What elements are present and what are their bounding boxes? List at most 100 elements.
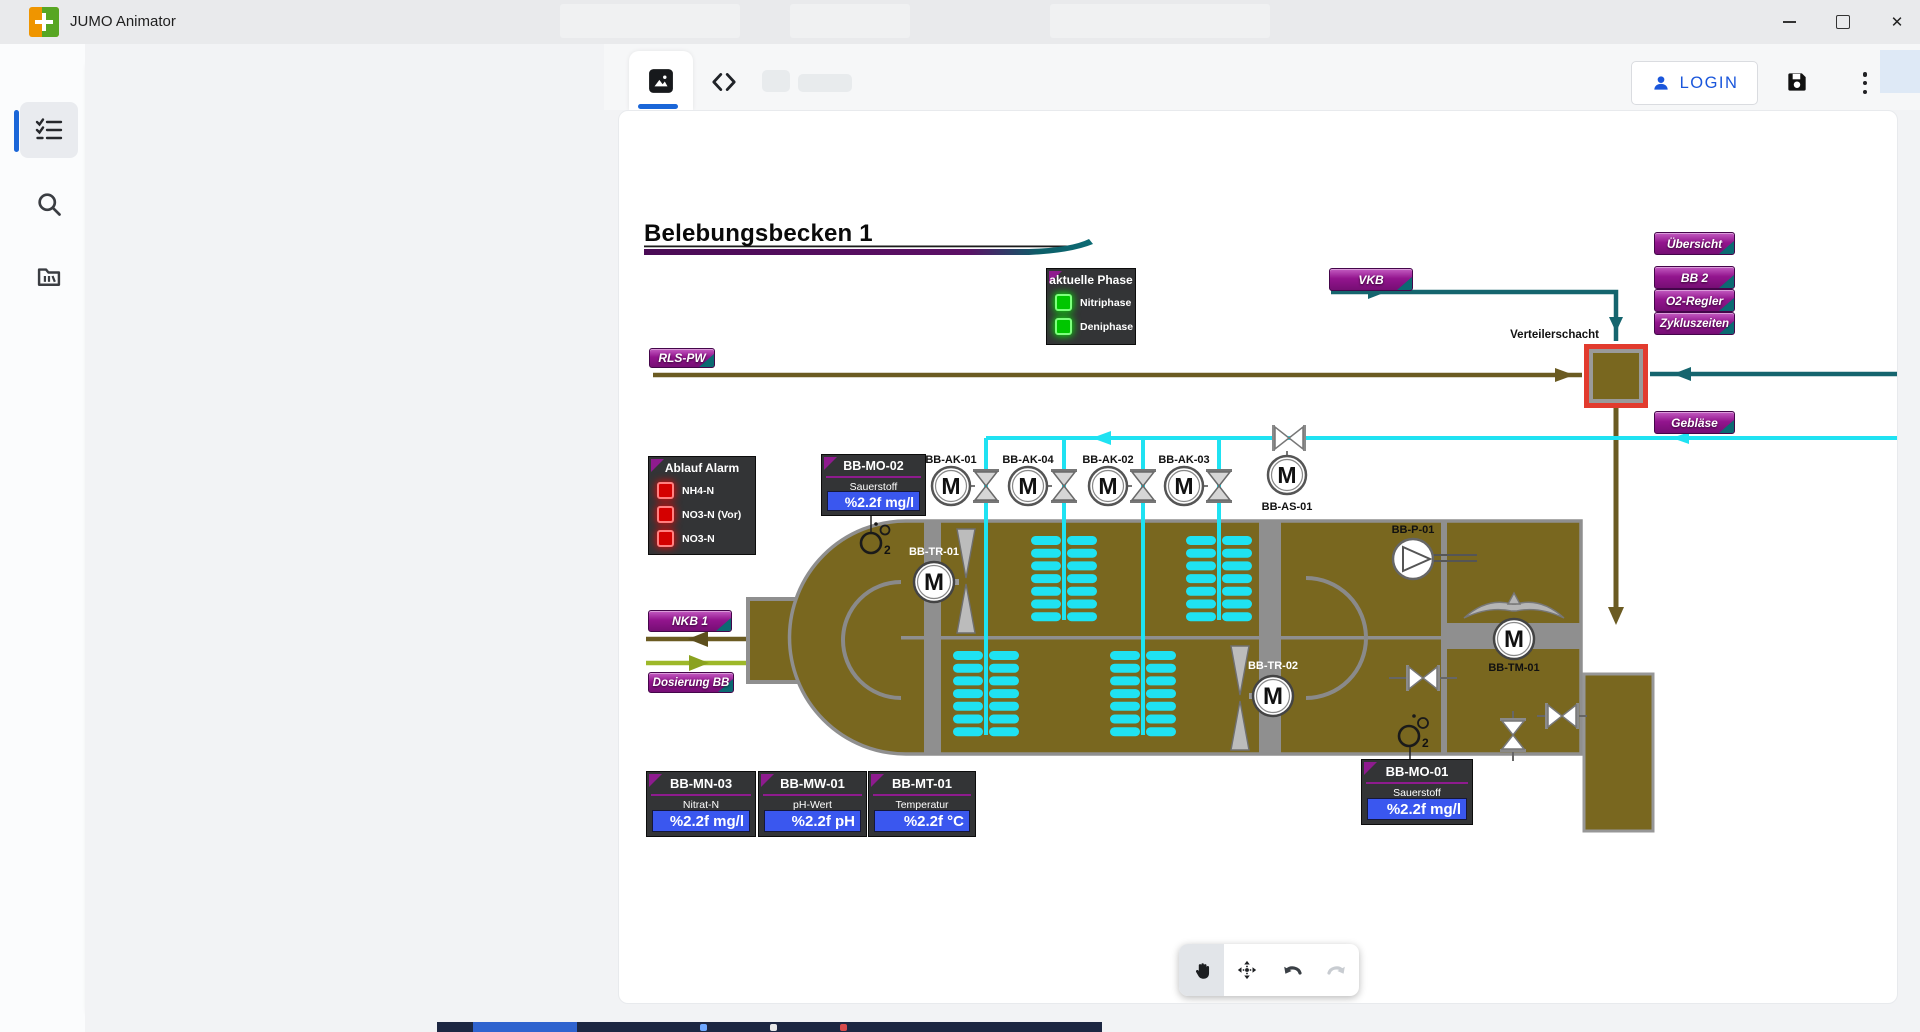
flow-arrow-left (688, 631, 708, 647)
titlebar-decor (790, 4, 910, 38)
maximize-button[interactable] (1823, 6, 1863, 38)
svg-text:BB-AK-02: BB-AK-02 (1082, 454, 1133, 466)
redo-icon (1325, 958, 1349, 982)
close-button[interactable]: ✕ (1877, 6, 1917, 38)
value-field: %2.2f mg/l (652, 810, 750, 832)
checklist-icon (34, 116, 64, 144)
motor-bb-tr-02: M (1253, 676, 1293, 716)
code-icon (708, 68, 740, 96)
nav-uebersicht-button[interactable]: Übersicht (1654, 232, 1735, 255)
page-title: Belebungsbecken 1 (644, 220, 873, 248)
display-bb-mo-02[interactable]: BB-MO-02 Sauerstoff %2.2f mg/l (821, 454, 926, 516)
svg-text:2: 2 (884, 543, 891, 557)
led-red (657, 506, 674, 523)
background-dot (840, 1024, 847, 1031)
svg-text:BB-AK-01: BB-AK-01 (925, 454, 976, 466)
valve-air-main[interactable] (1272, 425, 1306, 451)
window-titlebar: JUMO Animator ✕ (0, 0, 1920, 45)
flow-arrow-right (1555, 368, 1574, 382)
led-green (1055, 294, 1072, 311)
disabled-tool-icon (798, 74, 852, 92)
led-red (657, 530, 674, 547)
window-title: JUMO Animator (70, 13, 176, 30)
led-green (1055, 318, 1072, 335)
save-icon[interactable] (1784, 69, 1810, 95)
background-dot (770, 1024, 777, 1031)
disabled-tool-icon (762, 70, 790, 92)
sidebar-item-search[interactable] (20, 176, 78, 232)
flow-arrow-left (1673, 367, 1691, 381)
background-window-tab (473, 1022, 577, 1032)
move-icon (1236, 959, 1258, 981)
svg-text:BB-P-01: BB-P-01 (1392, 524, 1435, 536)
flow-arrow-left (1092, 431, 1111, 445)
nav-o2-regler-button[interactable]: O2-Regler (1654, 289, 1735, 312)
active-tab-indicator (638, 104, 678, 109)
svg-text:M: M (1098, 473, 1117, 499)
tank-divider (901, 636, 1441, 640)
flow-arrow-right (689, 655, 709, 671)
tab-code-view[interactable] (706, 68, 742, 96)
verteilerschacht-selected[interactable] (1584, 344, 1648, 408)
flow-arrow-down (1609, 317, 1623, 332)
sidebar-item-elements[interactable] (20, 102, 78, 158)
nav-zykluszeiten-button[interactable]: Zykluszeiten (1654, 312, 1735, 335)
led-label: NO3-N (682, 533, 715, 545)
motor-bb-tm-01: M (1494, 619, 1534, 659)
motor-bb-ak-02: M (1089, 467, 1127, 505)
pan-tool-button[interactable] (1179, 944, 1224, 996)
redo-button[interactable] (1314, 944, 1359, 996)
aktuelle-phase-panel[interactable]: aktuelle Phase Nitriphase Deniphase (1046, 268, 1136, 345)
move-tool-button[interactable] (1224, 944, 1269, 996)
svg-text:BB-TR-02: BB-TR-02 (1248, 660, 1298, 672)
svg-text:BB-AK-03: BB-AK-03 (1158, 454, 1209, 466)
panel-title: Ablauf Alarm (649, 457, 755, 475)
nav-dosierung-bb-button[interactable]: Dosierung BB (648, 672, 734, 693)
left-icon-rail (0, 44, 85, 1032)
svg-text:M: M (1174, 473, 1193, 499)
library-icon (35, 262, 63, 290)
titlebar-decor (560, 4, 740, 38)
display-bb-mn-03[interactable]: BB-MN-03 Nitrat-N %2.2f mg/l (646, 771, 756, 837)
display-bb-mt-01[interactable]: BB-MT-01 Temperatur %2.2f °C (868, 771, 976, 837)
more-options-menu[interactable] (1857, 70, 1873, 96)
nav-vkb-button[interactable]: VKB (1329, 268, 1413, 291)
led-red (657, 482, 674, 499)
canvas-toolbar (1179, 944, 1359, 996)
led-label: Deniphase (1080, 321, 1133, 333)
titlebar-decor (1050, 4, 1270, 38)
outlet-basin[interactable] (1584, 674, 1653, 831)
nav-rls-pw-button[interactable]: RLS-PW (649, 348, 715, 368)
image-icon (648, 68, 674, 94)
nav-nkb1-button[interactable]: NKB 1 (648, 610, 732, 632)
svg-text:BB-AK-04: BB-AK-04 (1002, 454, 1054, 466)
led-label: NH4-N (682, 485, 714, 497)
undo-button[interactable] (1269, 944, 1314, 996)
tab-image-view[interactable] (629, 51, 693, 110)
svg-text:BB-AS-01: BB-AS-01 (1262, 501, 1313, 513)
minimize-button[interactable] (1769, 6, 1809, 38)
display-bb-mo-01[interactable]: BB-MO-01 Sauerstoff %2.2f mg/l (1361, 759, 1473, 825)
value-field: %2.2f pH (764, 810, 861, 832)
background-window-strip (437, 1022, 1102, 1032)
svg-text:M: M (1277, 462, 1296, 488)
search-icon (35, 190, 63, 218)
motor-bb-ak-04: M (1009, 467, 1047, 505)
main-area: LOGIN (85, 44, 1920, 1032)
svg-text:M: M (1018, 473, 1037, 499)
active-indicator (14, 110, 19, 152)
nav-bb2-button[interactable]: BB 2 (1654, 266, 1735, 289)
svg-text:M: M (1263, 683, 1283, 710)
nav-geblaese-button[interactable]: Gebläse (1654, 411, 1735, 434)
value-field: %2.2f °C (874, 810, 970, 832)
scada-canvas[interactable]: 2 2 M M M M M (618, 110, 1898, 1004)
value-field: %2.2f mg/l (827, 491, 920, 511)
flow-arrow-down (1608, 607, 1624, 625)
login-button[interactable]: LOGIN (1631, 61, 1758, 105)
value-field: %2.2f mg/l (1367, 798, 1467, 820)
led-label: NO3-N (Vor) (682, 509, 741, 521)
display-bb-mw-01[interactable]: BB-MW-01 pH-Wert %2.2f pH (758, 771, 867, 837)
svg-text:M: M (1504, 626, 1524, 653)
ablauf-alarm-panel[interactable]: Ablauf Alarm NH4-N NO3-N (Vor) NO3-N (648, 456, 756, 555)
sidebar-item-library[interactable] (20, 248, 78, 304)
